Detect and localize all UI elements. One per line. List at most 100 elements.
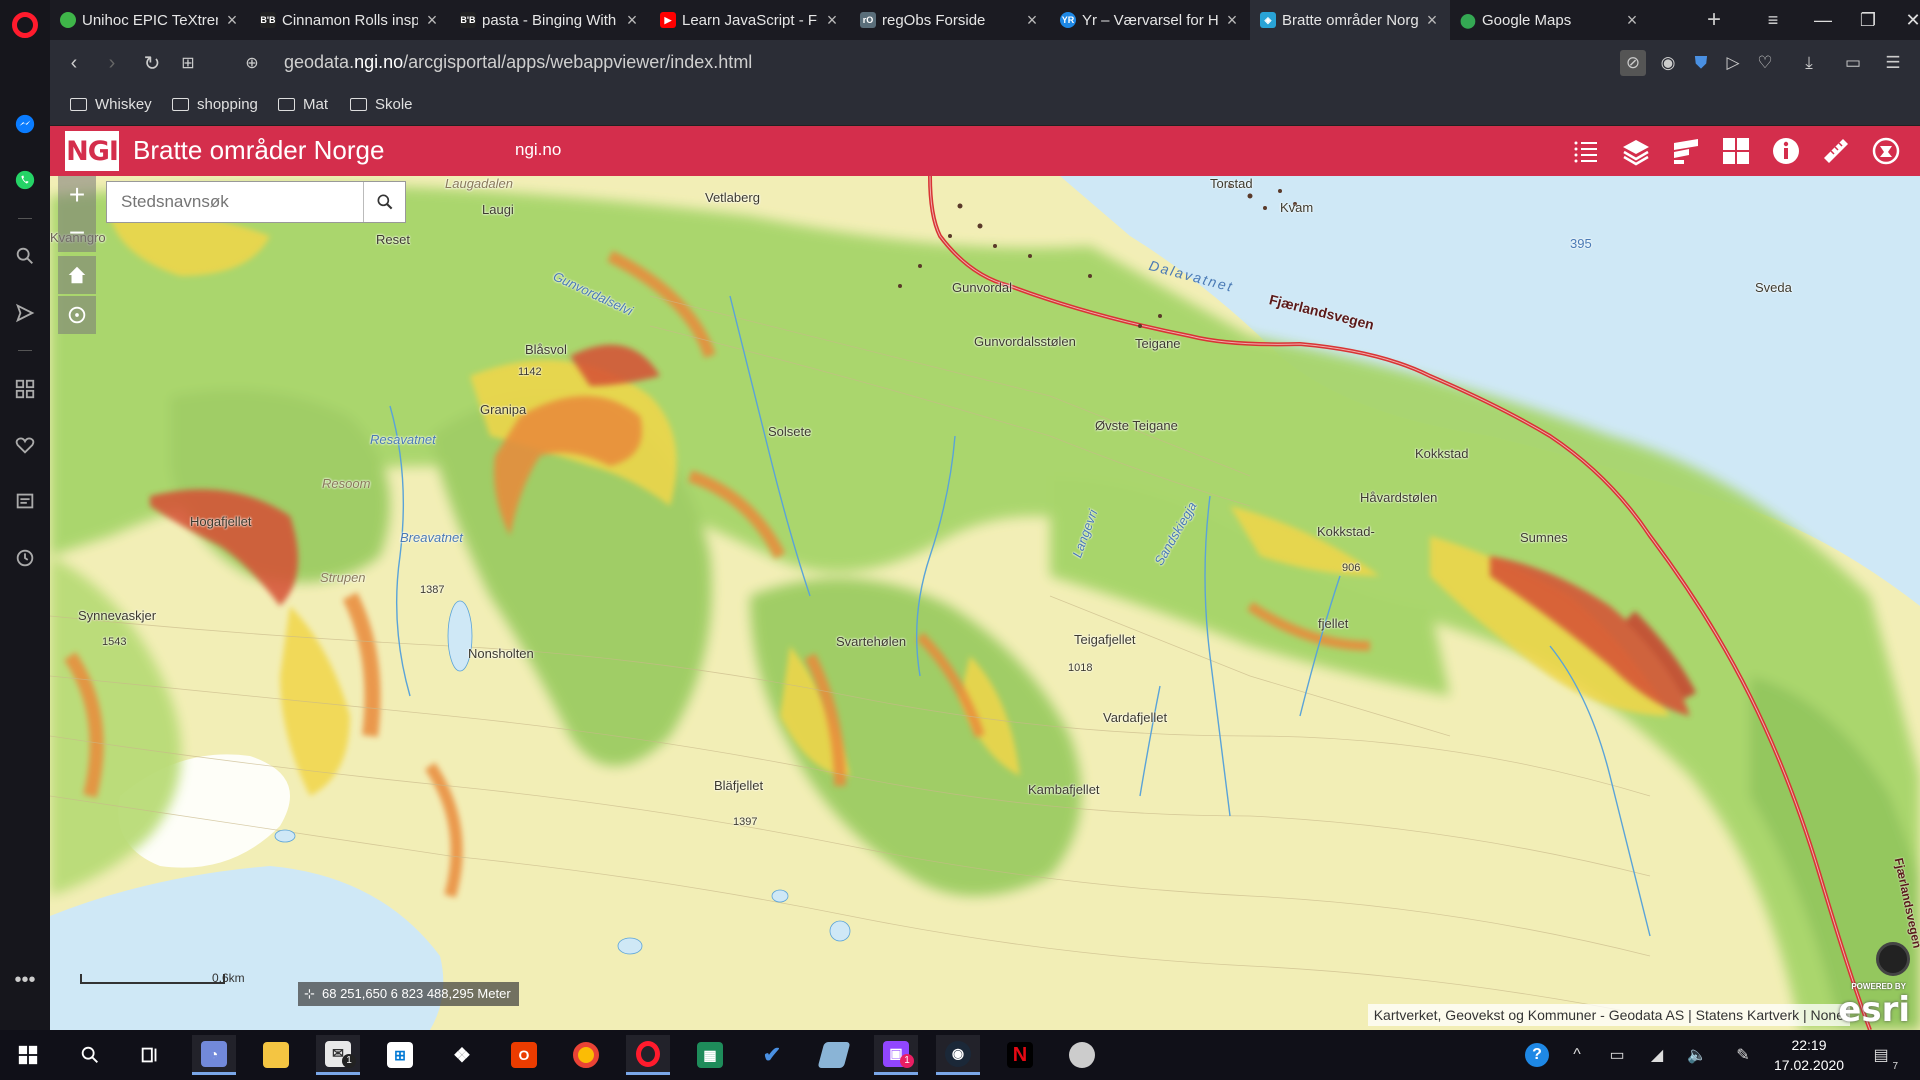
legend-icon[interactable]	[1668, 134, 1704, 168]
office-app[interactable]: O	[502, 1035, 546, 1075]
calculator-app[interactable]: ▦	[688, 1035, 732, 1075]
tabs-grid-icon[interactable]: ⊞	[174, 49, 202, 77]
opera-logo-icon[interactable]	[12, 12, 38, 38]
show-hidden-icons[interactable]: ^	[1560, 1038, 1594, 1072]
close-icon[interactable]: ×	[224, 11, 240, 29]
url-field[interactable]: geodata.ngi.no/arcgisportal/apps/webappv…	[284, 52, 752, 73]
send-page-icon[interactable]: ▷	[1720, 50, 1746, 76]
overview-toggle-icon[interactable]	[1876, 942, 1910, 976]
list-icon[interactable]	[1568, 134, 1604, 168]
new-tab-button[interactable]: +	[1700, 6, 1728, 34]
restore-button[interactable]: ❐	[1845, 0, 1891, 40]
bookmark-skole[interactable]: Skole	[350, 96, 413, 113]
opera-app[interactable]	[626, 1035, 670, 1075]
speed-dial-icon[interactable]	[13, 377, 37, 401]
tab-cinnamon-rolls[interactable]: B'B Cinnamon Rolls inspired ×	[250, 0, 450, 40]
back-button[interactable]: ‹	[60, 49, 88, 77]
coordinate-readout[interactable]: ⊹ 68 251,650 6 823 488,295 Meter	[298, 982, 519, 1006]
bookmark-mat[interactable]: Mat	[278, 96, 328, 113]
tab-learn-javascript[interactable]: ▶ Learn JavaScript - Full ×	[650, 0, 850, 40]
close-icon[interactable]: ×	[824, 11, 840, 29]
chrome-app[interactable]	[564, 1035, 608, 1075]
app-title: Bratte områder Norge	[133, 135, 385, 165]
vpn-shield-icon[interactable]: ⛊	[1688, 50, 1714, 76]
store-app[interactable]: ⊞	[378, 1035, 422, 1075]
measure-icon[interactable]	[1818, 134, 1854, 168]
send-icon[interactable]	[13, 301, 37, 325]
todo-app[interactable]: ✔	[750, 1035, 794, 1075]
forward-button[interactable]: ›	[98, 49, 126, 77]
file-explorer-app[interactable]	[254, 1035, 298, 1075]
tab-bratte-omrader[interactable]: ◈ Bratte områder Norge ×	[1250, 0, 1450, 40]
pen-icon[interactable]: ✎	[1726, 1038, 1760, 1072]
minimize-button[interactable]: —	[1800, 0, 1846, 40]
map-view[interactable]: Laugadalen Laugi Vetlaberg Torstad Kvam …	[50, 176, 1920, 1030]
news-icon[interactable]	[13, 489, 37, 513]
layers-icon[interactable]	[1618, 134, 1654, 168]
close-icon[interactable]: ×	[424, 11, 440, 29]
heart-icon[interactable]	[13, 433, 37, 457]
info-icon[interactable]	[1768, 134, 1804, 168]
close-icon[interactable]: ×	[624, 11, 640, 29]
more-icon[interactable]: •••	[13, 968, 37, 992]
netflix-app[interactable]: N	[998, 1035, 1042, 1075]
search-button[interactable]	[363, 182, 405, 222]
esri-logo[interactable]: esri	[1838, 990, 1910, 1030]
bookmark-shopping[interactable]: shopping	[172, 96, 258, 113]
zoom-out-button[interactable]: −	[58, 214, 96, 252]
battery-tray-icon[interactable]: ▭	[1600, 1038, 1634, 1072]
ngi-logo[interactable]: NGI	[65, 131, 119, 171]
search-icon	[81, 1046, 98, 1063]
volume-icon[interactable]: 🔈	[1680, 1038, 1714, 1072]
tab-unihoc[interactable]: Unihoc EPIC TeXtreme ×	[50, 0, 250, 40]
tab-menu-icon[interactable]: ≡	[1750, 0, 1796, 40]
help-tray-icon[interactable]: ?	[1520, 1038, 1554, 1072]
twitch-app[interactable]: ▣ 1	[874, 1035, 918, 1075]
history-icon[interactable]	[13, 546, 37, 570]
dropbox-app[interactable]: ❖	[440, 1035, 484, 1075]
tab-regobs[interactable]: rO regObs Forside ×	[850, 0, 1050, 40]
easy-setup-icon[interactable]: ☰	[1880, 50, 1906, 76]
slope-tool-icon[interactable]	[1868, 134, 1904, 168]
locate-button[interactable]	[58, 296, 96, 334]
close-icon[interactable]: ×	[1024, 11, 1040, 29]
search-icon[interactable]	[13, 244, 37, 268]
adblock-icon[interactable]: ⊘	[1620, 50, 1646, 76]
download-icon[interactable]: ⤓	[1796, 50, 1822, 76]
folder-icon	[70, 98, 87, 111]
taskbar-search-button[interactable]	[68, 1035, 112, 1075]
start-button[interactable]	[6, 1035, 50, 1075]
close-icon[interactable]: ×	[1224, 11, 1240, 29]
network-icon[interactable]: ◢	[1640, 1038, 1674, 1072]
bookmark-whiskey[interactable]: Whiskey	[70, 96, 152, 113]
close-window-button[interactable]: ✕	[1890, 0, 1920, 40]
tab-pasta[interactable]: B'B pasta - Binging With ×	[450, 0, 650, 40]
bookmark-heart-icon[interactable]: ♡	[1752, 50, 1778, 76]
messenger-icon[interactable]	[13, 112, 37, 136]
tab-yr[interactable]: YR Yr – Værvarsel for Hele ×	[1050, 0, 1250, 40]
whatsapp-icon[interactable]	[13, 168, 37, 192]
task-view-button[interactable]	[128, 1035, 172, 1075]
discord-app[interactable]: ◔	[192, 1035, 236, 1075]
close-icon[interactable]: ×	[1624, 11, 1640, 29]
scratch-app[interactable]	[812, 1035, 856, 1075]
tab-google-maps[interactable]: ⬤ Google Maps ×	[1450, 0, 1650, 40]
bookmark-label: Whiskey	[95, 96, 152, 113]
ngi-link[interactable]: ngi.no	[515, 140, 561, 160]
zoom-in-button[interactable]: +	[58, 176, 96, 214]
close-icon[interactable]: ×	[1424, 11, 1440, 29]
notification-center-icon[interactable]: ▤ 7	[1864, 1038, 1898, 1072]
reload-button[interactable]: ↻	[138, 49, 166, 77]
home-button[interactable]	[58, 256, 96, 294]
snapshot-icon[interactable]: ◉	[1655, 50, 1681, 76]
steam-app[interactable]: ◉	[936, 1035, 980, 1075]
battery-icon[interactable]: ▭	[1840, 50, 1866, 76]
system-clock[interactable]: 22:19 17.02.2020	[1774, 1035, 1844, 1075]
tab-title: regObs Forside	[882, 11, 986, 29]
place-label: Håvardstølen	[1360, 490, 1438, 505]
basemap-gallery-icon[interactable]	[1718, 134, 1754, 168]
mail-app[interactable]: ✉ 1	[316, 1035, 360, 1075]
chrome-alt-app[interactable]	[1060, 1035, 1104, 1075]
search-input[interactable]	[107, 182, 363, 222]
site-info-icon[interactable]: ⊕	[238, 49, 266, 77]
